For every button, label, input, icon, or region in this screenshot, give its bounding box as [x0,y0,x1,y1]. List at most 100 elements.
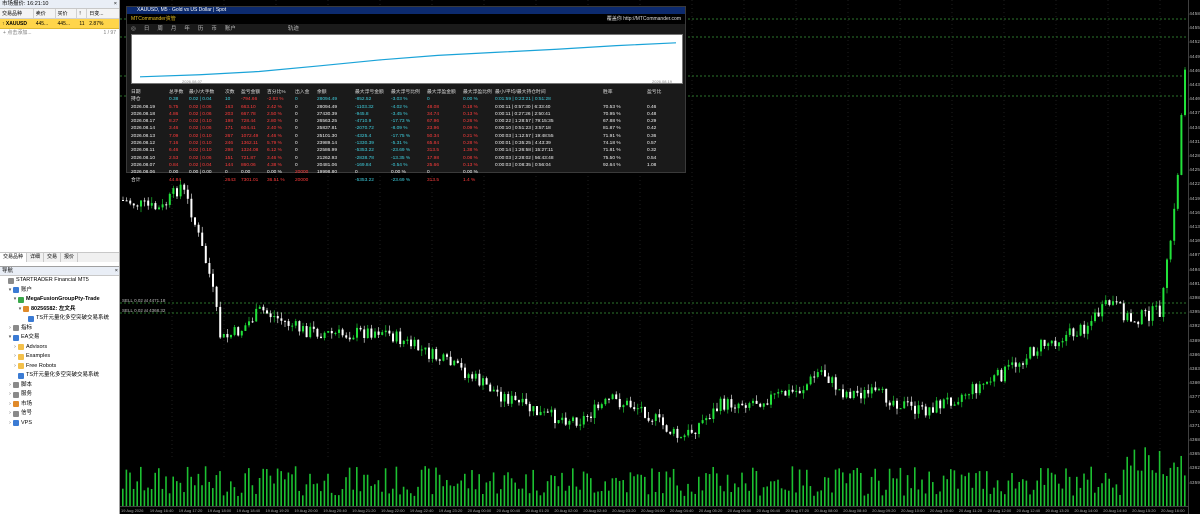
toolbar-button[interactable]: 日 [144,24,150,34]
table-header-cell[interactable]: 总手数 [169,89,189,96]
order-line-label[interactable]: SELL 0.02 at 4471.18 [122,298,165,303]
navigator-item[interactable]: ▾ EA交易 [0,333,119,343]
table-row[interactable]: 2026.08.12 7.16 0.02 | 0.10 246 1362.11 5.79 … [131,140,683,147]
candle-body [248,321,250,326]
navigator-item[interactable]: TS开元量化多空突破交易系统 [0,371,119,381]
candle-body [280,318,283,321]
table-row[interactable]: 2026.08.18 4.86 0.02 | 0.06 203 667.78 2.50 %… [131,111,683,118]
col-spread[interactable]: ! [77,9,88,18]
close-icon[interactable]: × [114,0,119,8]
volume-bar [568,485,570,506]
candle-body [258,306,261,309]
table-cell: 0 [295,104,298,110]
table-row[interactable]: 合计 44.84 2643 7301.01 36.51 % 20000 -5353.22 -2… [131,177,683,184]
toolbar-button[interactable] [244,24,258,34]
volume-bar [1032,489,1035,506]
navigator-item[interactable]: › Examples [0,352,119,362]
volume-bar [654,491,657,506]
navigator-item[interactable]: ▾ 账户 [0,286,119,296]
candle-body [431,349,434,359]
tab-symbols[interactable]: 交易品种 [0,253,28,262]
volume-bar [1101,483,1103,506]
table-header-cell[interactable]: 盈亏比 [647,89,683,96]
toolbar-button[interactable]: 年 [184,24,190,34]
table-row[interactable]: 持仓 0.38 0.02 | 0.04 10 -794.66 -2.83 % 0 28094.… [131,96,683,103]
table-header-cell[interactable]: 最大浮盈金额 [427,89,463,96]
navigator-item[interactable]: › 服务 [0,390,119,400]
toolbar-button[interactable]: 币 [211,24,217,34]
toolbar-button[interactable]: ◎ [131,24,136,34]
navigator-item[interactable]: › 指标 [0,324,119,334]
table-header-cell[interactable]: 出入金 [295,89,317,96]
col-change[interactable]: 日变... [87,9,119,18]
col-ask[interactable]: 买价 [56,9,78,18]
table-row[interactable]: 2026.08.14 3.46 0.02 | 0.06 171 604.41 2.40 %… [131,125,683,132]
table-row[interactable]: 2026.08.07 0.84 0.02 | 0.04 144 860.06 4.38 %… [131,162,683,169]
price-tick-label: 4395 [1189,310,1200,316]
order-line-label[interactable]: SELL 0.02 at 4368.32 [122,308,165,313]
panel-link[interactable]: 覆盖你 http://MTCommander.com [607,14,681,24]
table-row[interactable]: 2026.08.13 7.09 0.02 | 0.10 267 1072.49 4.46 … [131,133,683,140]
time-tick-label: 20 Aug 10:00 [901,508,925,513]
table-header-cell[interactable]: 最小/平均/最大持仓时间 [495,89,603,96]
volume-bar [240,492,243,506]
table-header-cell[interactable]: 次数 [225,89,241,96]
table-row[interactable]: 2026.08.19 5.75 0.02 | 0.06 163 663.10 2.42 %… [131,104,683,111]
navigator-item[interactable]: › Free Robots [0,362,119,372]
table-header-cell[interactable]: 最小/大手数 [189,89,225,96]
navigator-item[interactable]: › 脚本 [0,381,119,391]
table-header-cell[interactable]: 余额 [317,89,355,96]
col-symbol[interactable]: 交易品种 [0,9,34,18]
toolbar-button[interactable] [266,24,280,34]
volume-bar [600,491,603,506]
candle-body [791,389,794,392]
table-header-cell[interactable]: 最大浮亏比例 [391,89,427,96]
navigator-item[interactable]: ▾ MegaFusionGroupPty-Trade [0,295,119,305]
table-cell: 0.02 | 0.06 [189,155,212,161]
navigator-item[interactable]: › 市场 [0,400,119,410]
navigator-item[interactable]: › Advisors [0,343,119,353]
table-header-cell[interactable]: 胜率 [603,89,647,96]
table-row[interactable]: 2026.08.06 0.00 0.00 | 0.00 0 0.00 0.00 % 2000… [131,169,683,176]
candle-body [464,367,466,378]
candle-body [867,390,870,394]
candle-body [179,184,182,197]
symbol-change: 2.87% [89,21,104,27]
toolbar-button[interactable]: 历 [198,24,204,34]
table-header-cell[interactable]: 最大浮亏金额 [355,89,391,96]
table-header-cell[interactable]: 百分比% [267,89,295,96]
navigator-item[interactable]: STARTRADER Financial MT5 [0,276,119,286]
tab-ticks[interactable]: 报价 [61,253,79,262]
navigator-item[interactable]: › 信号 [0,409,119,419]
candle-body [1133,321,1136,323]
table-header-cell[interactable]: 盈亏金额 [241,89,267,96]
toolbar-button[interactable]: 账户 [225,24,236,34]
table-header-cell[interactable]: 日期 [131,89,169,96]
add-symbol-row[interactable]: + 点击添加... 1 / 97 [0,29,119,38]
navigator-item[interactable]: TS开元量化多空突破交易系统 [0,314,119,324]
volume-bar [204,466,207,506]
left-panel: 市场报价: 16:21:10 × 交易品种 卖价 买价 ! 日变... ↑ XA… [0,0,120,514]
table-row[interactable]: 2026.08.17 8.27 0.02 | 0.10 198 728.44 2.80 %… [131,118,683,125]
toolbar-button[interactable]: 周 [157,24,163,34]
table-cell: 25101.30 [317,133,338,139]
table-cell: 0 [225,170,228,176]
tab-details[interactable]: 详细 [27,253,45,262]
table-header-cell[interactable]: 最大浮盈比例 [463,89,495,96]
candle-body [147,200,150,206]
col-bid[interactable]: 卖价 [34,9,56,18]
tab-trading[interactable]: 交易 [44,253,62,262]
toolbar-button[interactable]: 月 [171,24,177,34]
table-row[interactable]: 2026.08.11 6.46 0.02 | 0.10 298 1324.08 6.12 … [131,147,683,154]
toolbar-button[interactable]: 轨迹 [288,24,299,34]
navigator-item[interactable]: ▾ 80256582: 左文兵 [0,305,119,315]
table-row[interactable]: 2026.08.10 2.53 0.02 | 0.06 151 721.87 3.46 %… [131,155,683,162]
table-cell: 81.87 % [603,126,621,132]
navigator-item-label: STARTRADER Financial MT5 [16,277,89,283]
navigator-item[interactable]: › VPS [0,419,119,429]
symbol-row[interactable]: ↑ XAUUSD 445... 445... 11 2.87% [0,19,119,29]
mtcommander-panel[interactable]: XAUUSD, M5 · Gold vs US Dollar | Spot MT… [126,6,686,183]
candle-body [273,316,276,318]
candle-body [701,420,704,424]
candle-body [600,404,603,409]
